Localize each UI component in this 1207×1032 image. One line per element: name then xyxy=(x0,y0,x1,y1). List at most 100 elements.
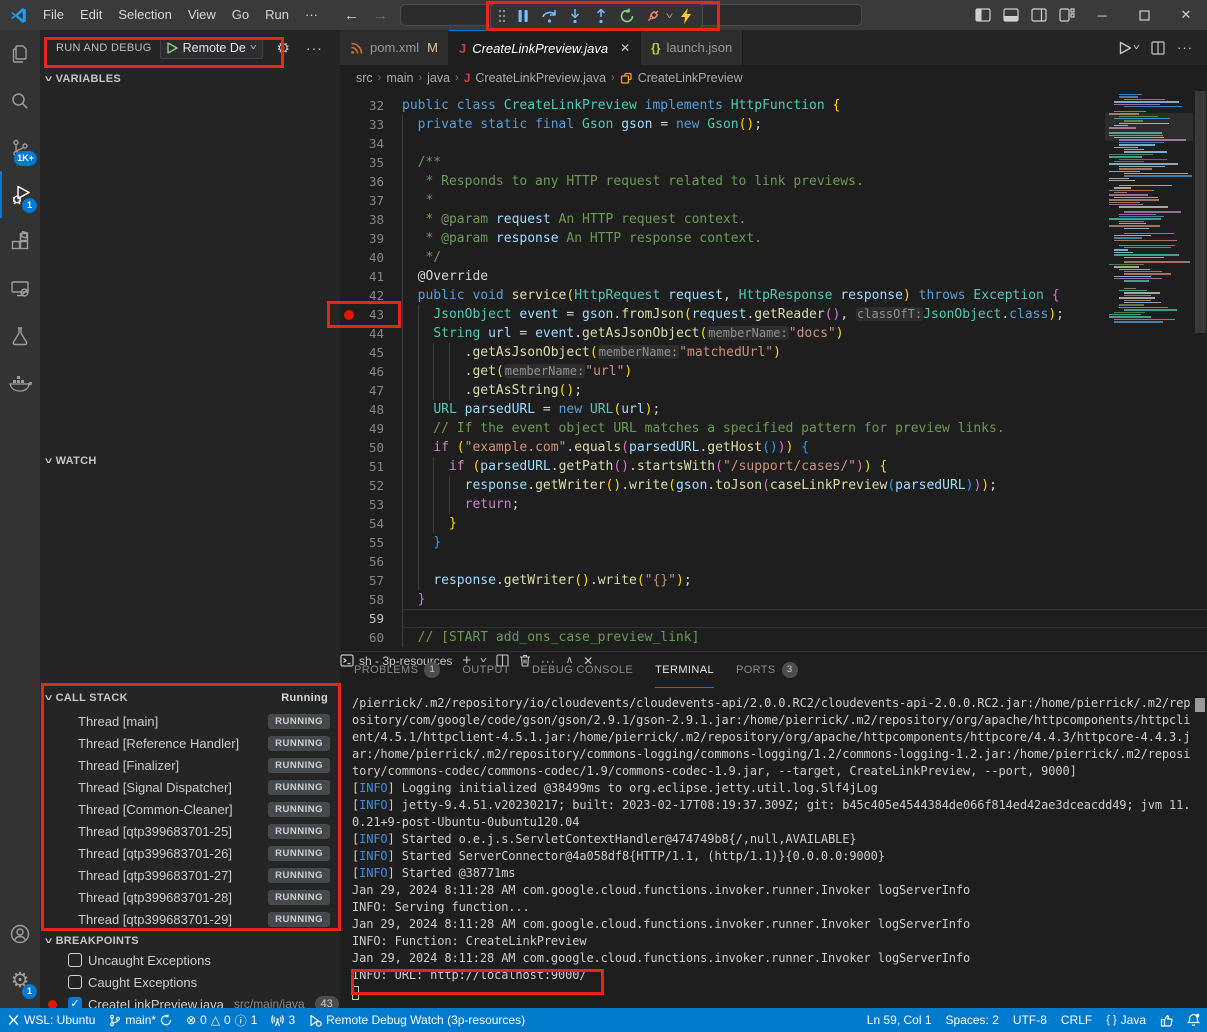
close-tab-icon[interactable]: ✕ xyxy=(620,41,630,55)
account-icon[interactable] xyxy=(0,910,40,957)
code-line-60[interactable]: 60 // [START add_ons_case_preview_link] xyxy=(340,628,1207,647)
minimap[interactable] xyxy=(1105,91,1193,329)
code-line-55[interactable]: 55 } xyxy=(340,533,1207,552)
breakpoint-gutter[interactable] xyxy=(340,552,358,571)
call-stack-thread[interactable]: Thread [qtp399683701-26]RUNNING xyxy=(40,842,340,864)
menu-go[interactable]: Go xyxy=(224,4,257,26)
breadcrumb-src[interactable]: src xyxy=(356,71,373,85)
breakpoint-gutter[interactable] xyxy=(340,495,358,514)
tab-createlinkpreview-java[interactable]: J CreateLinkPreview.java ✕ xyxy=(449,30,641,65)
code-line-47[interactable]: 47 .getAsString(); xyxy=(340,381,1207,400)
debug-dropdown-chevron-icon[interactable]: ˅ xyxy=(666,11,674,21)
breakpoint-gutter[interactable] xyxy=(340,286,358,305)
panel-tab-terminal[interactable]: TERMINAL xyxy=(655,652,714,688)
indentation-setting[interactable]: Spaces: 2 xyxy=(939,1008,1006,1032)
panel-tab-ports[interactable]: PORTS3 xyxy=(736,652,798,688)
code-line-57[interactable]: 57 response.getWriter().write("{}"); xyxy=(340,571,1207,590)
breakpoint-gutter[interactable] xyxy=(340,590,358,609)
code-line-45[interactable]: 45 .getAsJsonObject(memberName:"matchedU… xyxy=(340,343,1207,362)
breadcrumb-class[interactable]: CreateLinkPreview xyxy=(638,71,743,85)
code-line-54[interactable]: 54 } xyxy=(340,514,1207,533)
breakpoint-gutter[interactable] xyxy=(340,134,358,153)
code-line-34[interactable]: 34 xyxy=(340,134,1207,153)
call-stack-thread[interactable]: Thread [Reference Handler]RUNNING xyxy=(40,732,340,754)
code-line-44[interactable]: 44 String url = event.getAsJsonObject(me… xyxy=(340,324,1207,343)
breakpoint-gutter[interactable] xyxy=(340,172,358,191)
menu-run[interactable]: Run xyxy=(257,4,297,26)
code-line-50[interactable]: 50 if ("example.com".equals(parsedURL.ge… xyxy=(340,438,1207,457)
breadcrumb-java[interactable]: java xyxy=(427,71,450,85)
nav-back-button[interactable]: ← xyxy=(344,7,359,24)
call-stack-thread[interactable]: Thread [qtp399683701-28]RUNNING xyxy=(40,886,340,908)
code-line-49[interactable]: 49 // If the event object URL matches a … xyxy=(340,419,1207,438)
breakpoint-gutter[interactable] xyxy=(340,153,358,172)
menu-view[interactable]: View xyxy=(180,4,224,26)
breakpoint-gutter[interactable] xyxy=(340,267,358,286)
remote-explorer-icon[interactable] xyxy=(0,265,40,312)
code-line-51[interactable]: 51 if (parsedURL.getPath().startsWith("/… xyxy=(340,457,1207,476)
call-stack-thread[interactable]: Thread [Signal Dispatcher]RUNNING xyxy=(40,776,340,798)
breakpoint-uncaught-exceptions[interactable]: Uncaught Exceptions xyxy=(40,949,340,971)
breakpoint-gutter[interactable] xyxy=(340,96,358,115)
terminal-output[interactable]: /pierrick/.m2/repository/io/cloudevents/… xyxy=(352,695,1193,1008)
explorer-icon[interactable] xyxy=(0,30,40,77)
code-line-39[interactable]: 39 * @param response An HTTP response co… xyxy=(340,229,1207,248)
call-stack-thread[interactable]: Thread [qtp399683701-25]RUNNING xyxy=(40,820,340,842)
breakpoint-gutter[interactable] xyxy=(340,419,358,438)
call-stack-section-header[interactable]: ˅ CALL STACK Running xyxy=(40,687,340,709)
code-line-56[interactable]: 56 xyxy=(340,552,1207,571)
code-line-59[interactable]: 59 xyxy=(340,609,1207,628)
checkbox-unchecked[interactable] xyxy=(68,975,82,989)
testing-icon[interactable] xyxy=(0,312,40,359)
terminal-dropdown-chevron-icon[interactable]: ˅ xyxy=(480,656,487,665)
call-stack-thread[interactable]: Thread [main]RUNNING xyxy=(40,710,340,732)
breakpoint-gutter[interactable] xyxy=(340,229,358,248)
breakpoint-gutter[interactable] xyxy=(340,457,358,476)
breakpoint-gutter[interactable] xyxy=(340,400,358,419)
code-line-42[interactable]: 42 public void service(HttpRequest reque… xyxy=(340,286,1207,305)
checkbox-unchecked[interactable] xyxy=(68,953,82,967)
close-window-button[interactable]: ✕ xyxy=(1165,0,1207,30)
search-icon[interactable] xyxy=(0,77,40,124)
menu-file[interactable]: File xyxy=(35,4,72,26)
editor-scrollbar[interactable] xyxy=(1195,91,1206,333)
settings-gear-icon[interactable]: ⚙ 1 xyxy=(0,957,40,1004)
code-editor[interactable]: 32public class CreateLinkPreview impleme… xyxy=(340,91,1207,651)
code-line-38[interactable]: 38 * @param request An HTTP request cont… xyxy=(340,210,1207,229)
breakpoint-caught-exceptions[interactable]: Caught Exceptions xyxy=(40,971,340,993)
maximize-button[interactable] xyxy=(1123,0,1165,30)
breakpoint-gutter[interactable] xyxy=(340,324,358,343)
encoding-setting[interactable]: UTF-8 xyxy=(1006,1008,1054,1032)
code-line-40[interactable]: 40 */ xyxy=(340,248,1207,267)
terminal-scrollbar[interactable] xyxy=(1195,698,1205,712)
menu-selection[interactable]: Selection xyxy=(110,4,179,26)
code-line-58[interactable]: 58 } xyxy=(340,590,1207,609)
breakpoint-gutter[interactable] xyxy=(340,191,358,210)
disconnect-button[interactable] xyxy=(641,5,665,27)
breakpoint-gutter[interactable] xyxy=(340,438,358,457)
breakpoint-gutter[interactable] xyxy=(340,210,358,229)
menu-[interactable]: ··· xyxy=(297,4,326,26)
run-file-button[interactable]: ˅ xyxy=(1119,41,1139,55)
breadcrumb-main[interactable]: main xyxy=(386,71,413,85)
breakpoint-gutter[interactable] xyxy=(340,362,358,381)
breakpoint-gutter[interactable] xyxy=(340,476,358,495)
breakpoint-gutter[interactable] xyxy=(340,514,358,533)
toggle-sidebar-icon[interactable] xyxy=(969,0,997,30)
breakpoint-gutter[interactable] xyxy=(340,248,358,267)
panel-tab-debug-console[interactable]: DEBUG CONSOLE xyxy=(532,652,633,688)
extensions-icon[interactable] xyxy=(0,218,40,265)
editor-more-actions-icon[interactable]: ··· xyxy=(1177,40,1193,55)
remote-indicator[interactable]: WSL: Ubuntu xyxy=(0,1008,102,1032)
code-line-35[interactable]: 35 /** xyxy=(340,153,1207,172)
code-line-41[interactable]: 41 @Override xyxy=(340,267,1207,286)
minimap-viewport[interactable] xyxy=(1105,113,1193,141)
tab-launch-json[interactable]: {} launch.json xyxy=(641,30,743,65)
debug-session-indicator[interactable]: Remote Debug Watch (3p-resources) xyxy=(302,1008,532,1032)
call-stack-thread[interactable]: Thread [Common-Cleaner]RUNNING xyxy=(40,798,340,820)
breakpoint-gutter[interactable] xyxy=(340,115,358,134)
toggle-secondary-sidebar-icon[interactable] xyxy=(1025,0,1053,30)
breakpoint-gutter[interactable] xyxy=(340,628,358,647)
notifications-bell-icon[interactable] xyxy=(1180,1008,1207,1032)
step-out-button[interactable] xyxy=(589,5,613,27)
